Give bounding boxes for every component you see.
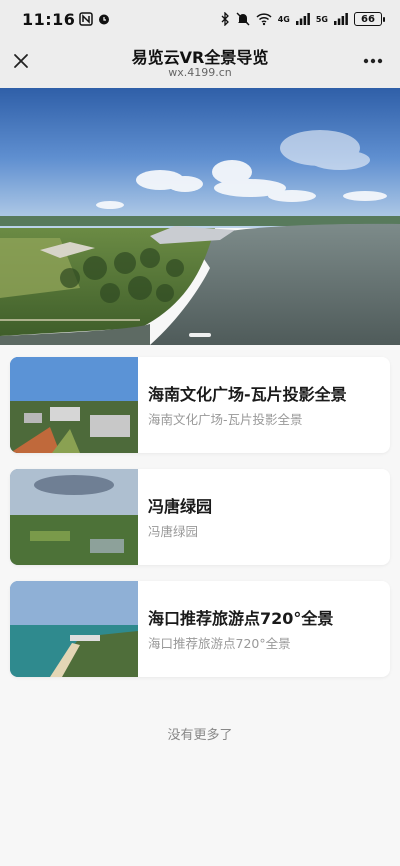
bluetooth-icon (221, 12, 229, 26)
list-item[interactable]: 冯唐绿园 冯唐绿园 (10, 469, 390, 565)
nav-header: 易览云VR全景导览 wx.4199.cn (0, 38, 400, 88)
battery-indicator: 66 (354, 12, 385, 26)
panorama-image (0, 88, 400, 345)
more-icon (363, 58, 383, 64)
wifi-icon (256, 13, 272, 26)
hero-banner[interactable] (0, 88, 400, 345)
more-button[interactable] (360, 48, 386, 74)
alarm-icon (99, 14, 110, 25)
thumbnail-beach (10, 581, 138, 677)
status-right: 4G 5G 66 (220, 12, 385, 26)
item-title: 冯唐绿园 (148, 497, 213, 516)
mute-icon (236, 12, 250, 26)
carousel-dot-active (189, 333, 211, 337)
list-item[interactable]: 海南文化广场-瓦片投影全景 海南文化广场-瓦片投影全景 (10, 357, 390, 453)
close-icon (14, 54, 28, 68)
carousel-indicator (0, 333, 400, 337)
close-button[interactable] (8, 48, 34, 74)
item-subtitle: 海口推荐旅游点720°全景 (148, 636, 291, 651)
status-left: 11:16 (22, 10, 111, 29)
nfc-icon (79, 12, 94, 26)
list-item[interactable]: 海口推荐旅游点720°全景 海口推荐旅游点720°全景 (10, 581, 390, 677)
thumbnail-park (10, 469, 138, 565)
signal-5g-icon (334, 13, 348, 25)
network-4g-label: 4G (277, 14, 290, 24)
signal-4g-icon (295, 13, 310, 25)
item-title: 海南文化广场-瓦片投影全景 (148, 385, 347, 404)
item-subtitle: 海南文化广场-瓦片投影全景 (148, 412, 303, 427)
status-time: 11:16 (22, 9, 76, 29)
item-title: 海口推荐旅游点720°全景 (148, 609, 334, 628)
network-5g-label: 5G (315, 14, 328, 24)
page-url: wx.4199.cn (168, 66, 232, 79)
page-title: 易览云VR全景导览 (131, 48, 269, 67)
list-end-text: 没有更多了 (167, 728, 233, 743)
thumbnail-city (10, 357, 138, 453)
status-bar: 11:16 4G 5G 66 (0, 0, 400, 38)
item-subtitle: 冯唐绿园 (148, 524, 199, 539)
